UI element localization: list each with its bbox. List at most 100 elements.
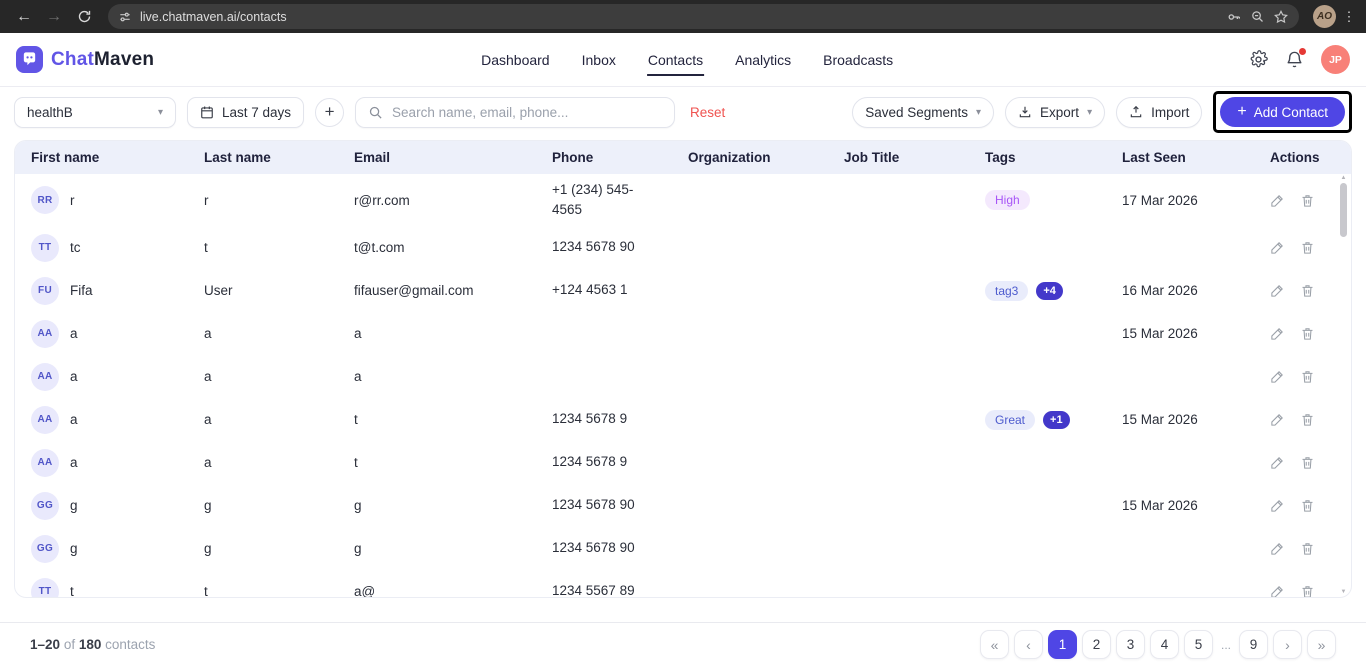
delete-button[interactable]: [1300, 240, 1315, 255]
table-scrollbar[interactable]: ▲ ▼: [1338, 175, 1349, 595]
nav-tab-contacts[interactable]: Contacts: [646, 35, 705, 85]
last-name: a: [204, 455, 212, 470]
export-dropdown[interactable]: Export ▾: [1005, 96, 1106, 128]
delete-button[interactable]: [1300, 498, 1315, 513]
page-button-1[interactable]: 1: [1047, 630, 1077, 659]
email: r@rr.com: [354, 192, 410, 208]
delete-button[interactable]: [1300, 283, 1315, 298]
add-filter-button[interactable]: +: [315, 97, 345, 127]
delete-button[interactable]: [1300, 412, 1315, 427]
contact-avatar: FU: [31, 276, 59, 305]
browser-back-button[interactable]: ←: [12, 5, 36, 29]
zoom-page-icon[interactable]: [1250, 9, 1265, 24]
column-header: Last Seen: [1122, 150, 1186, 165]
brand-logo[interactable]: ChatMaven: [16, 46, 154, 73]
user-avatar[interactable]: JP: [1321, 45, 1350, 74]
edit-button[interactable]: [1270, 584, 1285, 597]
scroll-down-icon[interactable]: ▼: [1339, 589, 1348, 595]
nav-tab-inbox[interactable]: Inbox: [581, 35, 617, 85]
first-name: tc: [70, 240, 81, 255]
contact-row[interactable]: RR r r r@rr.com +1 (234) 545-4565 High 17 Mar …: [15, 174, 1351, 226]
settings-gear-icon[interactable]: [1249, 50, 1268, 69]
table-body: RR r r r@rr.com +1 (234) 545-4565 High 17 Mar …: [15, 174, 1351, 597]
tag-pill: High: [985, 190, 1030, 210]
first-page-button[interactable]: «: [979, 630, 1009, 659]
edit-button[interactable]: [1270, 240, 1285, 255]
password-key-icon[interactable]: [1226, 9, 1242, 25]
browser-forward-button[interactable]: →: [42, 5, 66, 29]
chatmaven-logo-icon: [16, 46, 43, 73]
nav-tab-dashboard[interactable]: Dashboard: [480, 35, 550, 85]
export-label: Export: [1040, 104, 1080, 120]
column-header: Email: [354, 150, 391, 165]
contact-row[interactable]: AA a a a 15 Mar 2026: [15, 312, 1351, 355]
last-name: a: [204, 326, 212, 341]
scrollbar-thumb[interactable]: [1340, 183, 1347, 237]
edit-button[interactable]: [1270, 541, 1285, 556]
import-button[interactable]: Import: [1116, 96, 1203, 128]
last-seen: 16 Mar 2026: [1122, 283, 1198, 298]
last-page-button[interactable]: »: [1307, 630, 1336, 659]
tag-pill: +4: [1036, 281, 1063, 300]
first-name: g: [70, 541, 78, 556]
edit-button[interactable]: [1270, 455, 1285, 470]
delete-button[interactable]: [1300, 193, 1315, 208]
reset-link[interactable]: Reset: [690, 105, 725, 120]
chatbot-select[interactable]: healthB ▾: [14, 96, 176, 128]
edit-button[interactable]: [1270, 193, 1285, 208]
page-button-5[interactable]: 5: [1183, 630, 1213, 659]
phone: +124 4563 1: [552, 282, 628, 298]
contact-row[interactable]: AA a a t 1234 5678 9: [15, 441, 1351, 484]
edit-button[interactable]: [1270, 498, 1285, 513]
page-button-4[interactable]: 4: [1149, 630, 1179, 659]
prev-page-button[interactable]: ‹: [1013, 630, 1043, 659]
contact-row[interactable]: GG g g g 1234 5678 90: [15, 527, 1351, 570]
edit-button[interactable]: [1270, 369, 1285, 384]
browser-reload-button[interactable]: [72, 5, 96, 29]
bookmark-star-icon[interactable]: [1273, 9, 1289, 25]
browser-profile-avatar[interactable]: AO: [1313, 5, 1336, 28]
email: a: [354, 369, 362, 384]
nav-tab-analytics[interactable]: Analytics: [734, 35, 792, 85]
contact-row[interactable]: AA a a a: [15, 355, 1351, 398]
browser-menu-icon[interactable]: ⋮: [1342, 9, 1356, 25]
saved-segments-dropdown[interactable]: Saved Segments ▾: [852, 96, 995, 128]
contact-avatar: AA: [31, 362, 59, 391]
site-settings-icon[interactable]: [118, 10, 132, 24]
page-button-9[interactable]: 9: [1239, 630, 1268, 659]
contact-avatar: TT: [31, 233, 59, 262]
contact-avatar: AA: [31, 405, 59, 434]
delete-button[interactable]: [1300, 584, 1315, 597]
delete-button[interactable]: [1300, 326, 1315, 341]
scroll-up-icon[interactable]: ▲: [1339, 175, 1348, 181]
nav-tab-broadcasts[interactable]: Broadcasts: [822, 35, 894, 85]
search-box[interactable]: [355, 96, 676, 128]
email: g: [354, 541, 362, 556]
last-name: User: [204, 283, 233, 298]
add-contact-button[interactable]: + Add Contact: [1220, 97, 1345, 127]
contact-avatar: TT: [31, 577, 59, 597]
address-bar[interactable]: live.chatmaven.ai/contacts: [108, 4, 1299, 29]
edit-button[interactable]: [1270, 283, 1285, 298]
next-page-button[interactable]: ›: [1273, 630, 1302, 659]
url-text: live.chatmaven.ai/contacts: [140, 9, 287, 24]
contact-row[interactable]: TT tc t t@t.com 1234 5678 90: [15, 226, 1351, 269]
delete-button[interactable]: [1300, 541, 1315, 556]
contact-row[interactable]: TT t t a@ 1234 5567 89: [15, 570, 1351, 597]
results-count: 1–20 of 180 contacts: [30, 637, 156, 652]
page-button-2[interactable]: 2: [1081, 630, 1111, 659]
edit-button[interactable]: [1270, 412, 1285, 427]
notifications-bell-icon[interactable]: [1285, 47, 1307, 69]
date-filter-button[interactable]: Last 7 days: [187, 96, 305, 128]
search-input[interactable]: [392, 104, 663, 120]
tag-pill: Great: [985, 409, 1036, 430]
contact-row[interactable]: FU Fifa User fifauser@gmail.com +124 4563 1 t…: [15, 269, 1351, 312]
delete-button[interactable]: [1300, 369, 1315, 384]
edit-button[interactable]: [1270, 326, 1285, 341]
contact-row[interactable]: AA a a t 1234 5678 9 Great +1 15 Mar 2026: [15, 398, 1351, 441]
add-contact-label: Add Contact: [1253, 104, 1328, 120]
page-button-3[interactable]: 3: [1115, 630, 1145, 659]
contact-row[interactable]: GG g g g 1234 5678 90 15 Mar 2026: [15, 484, 1351, 527]
chevron-down-icon: ▾: [1087, 106, 1093, 118]
delete-button[interactable]: [1300, 455, 1315, 470]
